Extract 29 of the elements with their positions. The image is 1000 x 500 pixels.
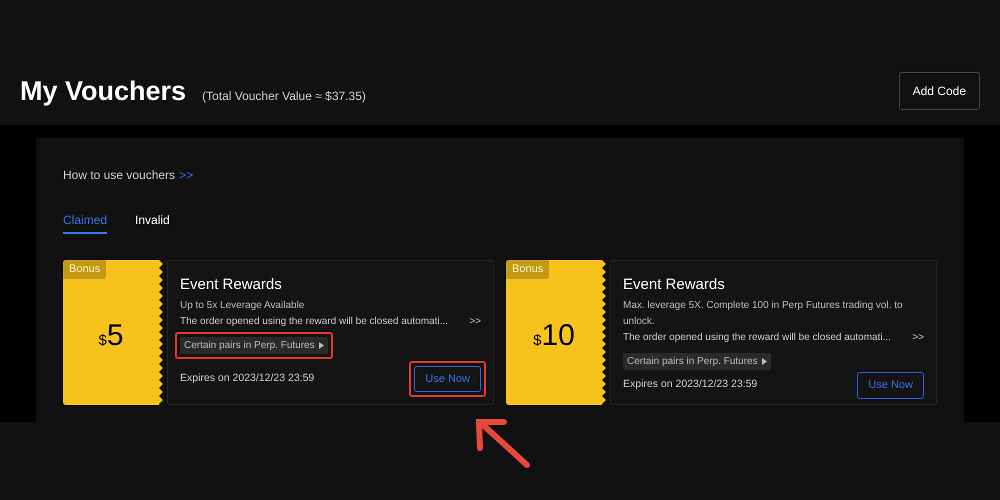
voucher-title: Event Rewards bbox=[623, 275, 726, 295]
caret-right-icon bbox=[318, 342, 324, 349]
caret-right-icon bbox=[762, 358, 767, 365]
voucher-title: Event Rewards bbox=[180, 275, 283, 295]
page-title: My Vouchers bbox=[20, 74, 186, 108]
pairs-tag[interactable]: Certain pairs in Perp. Futures bbox=[623, 353, 771, 370]
tab[interactable]: Claimed bbox=[63, 211, 108, 234]
bonus-badge: Bonus bbox=[506, 260, 550, 278]
voucher-amount: 5 bbox=[106, 320, 124, 351]
more-link[interactable]: >> bbox=[912, 330, 924, 346]
guide-text: How to use vouchers bbox=[63, 167, 176, 184]
use-now-button[interactable]: Use Now bbox=[414, 366, 481, 392]
expiry-date: Expires on 2023/12/23 23:59 bbox=[180, 370, 314, 386]
more-link[interactable]: >> bbox=[469, 314, 481, 330]
currency-symbol: $ bbox=[533, 330, 542, 351]
voucher-condition: Max. leverage 5X. Complete 100 in Perp Futures trading vol. to unlock. bbox=[623, 299, 904, 329]
expiry-date: Expires on 2023/12/23 23:59 bbox=[623, 377, 758, 392]
voucher-notice: The order opened using the reward will be closed automati... bbox=[623, 331, 891, 345]
tab[interactable]: Invalid bbox=[135, 211, 170, 234]
voucher-notice: The order opened using the reward will be closed automati... bbox=[180, 315, 448, 329]
voucher-amount: 10 bbox=[541, 320, 575, 351]
total-value: (Total Voucher Value ≈ $37.35) bbox=[202, 88, 366, 105]
bonus-badge: Bonus bbox=[63, 260, 106, 278]
voucher-condition: Up to 5x Leverage Available bbox=[180, 299, 306, 313]
guide-link[interactable]: >> bbox=[179, 166, 194, 184]
currency-symbol: $ bbox=[98, 330, 107, 351]
use-now-button[interactable]: Use Now bbox=[857, 372, 924, 398]
add-code-button[interactable]: Add Code bbox=[898, 72, 980, 110]
pairs-tag[interactable]: Certain pairs in Perp. Futures bbox=[180, 337, 328, 354]
